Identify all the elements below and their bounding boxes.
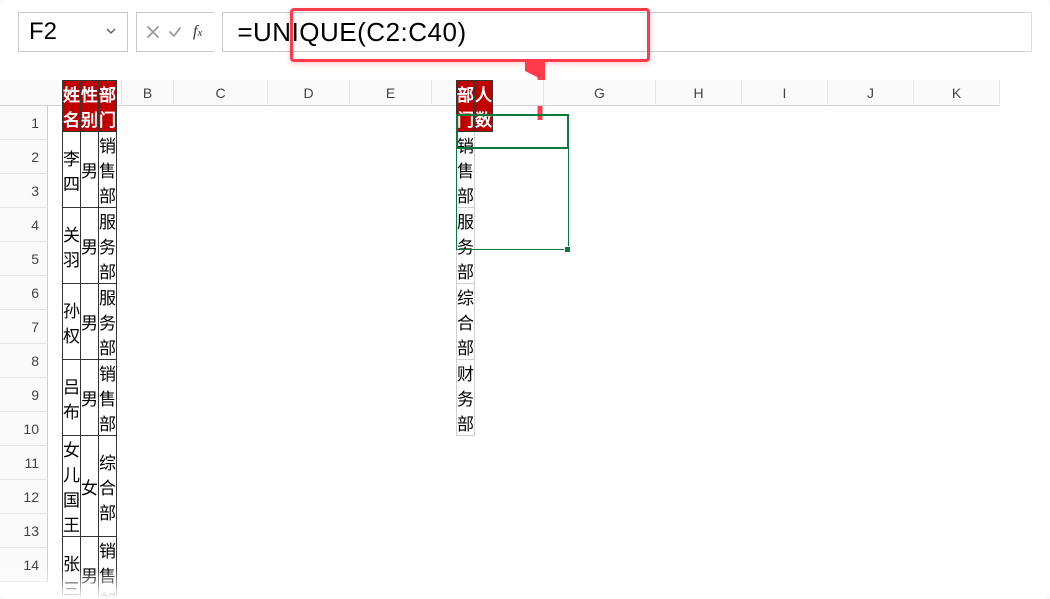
- table-row[interactable]: 销售部: [457, 132, 493, 208]
- table-cell[interactable]: 销售部: [457, 132, 475, 208]
- table-cell[interactable]: [475, 132, 493, 208]
- column-header[interactable]: E: [350, 80, 432, 106]
- row-header[interactable]: 5: [0, 242, 48, 276]
- table-row[interactable]: 孙权男服务部: [63, 284, 117, 360]
- select-all-corner[interactable]: [0, 80, 48, 106]
- table-cell[interactable]: 关羽: [63, 208, 81, 284]
- column-header[interactable]: B: [122, 80, 174, 106]
- table-header-cell[interactable]: 部门: [99, 81, 117, 132]
- row-header[interactable]: 2: [0, 140, 48, 174]
- formula-text: =UNIQUE(C2:C40): [237, 17, 466, 48]
- column-header[interactable]: K: [914, 80, 1000, 106]
- row-header[interactable]: 9: [0, 378, 48, 412]
- row-header[interactable]: 11: [0, 446, 48, 480]
- row-header[interactable]: 1: [0, 106, 48, 140]
- table-cell[interactable]: 销售部: [99, 132, 117, 208]
- table-cell[interactable]: 服务部: [99, 284, 117, 360]
- column-header[interactable]: D: [268, 80, 350, 106]
- row-header[interactable]: 8: [0, 344, 48, 378]
- table-cell[interactable]: 综合部: [457, 284, 475, 360]
- formula-bar-row: F2 fx =UNIQUE(C2:C40): [0, 0, 1050, 58]
- row-header[interactable]: 10: [0, 412, 48, 446]
- row-header[interactable]: 7: [0, 310, 48, 344]
- row-header[interactable]: 12: [0, 480, 48, 514]
- table-cell[interactable]: 财务部: [457, 360, 475, 436]
- column-header[interactable]: C: [174, 80, 268, 106]
- cancel-icon[interactable]: [145, 24, 161, 40]
- table-cell[interactable]: 吕布: [63, 360, 81, 436]
- table-cell[interactable]: 男: [81, 132, 99, 208]
- table-row[interactable]: 女儿国王女综合部: [63, 436, 117, 537]
- row-header[interactable]: 13: [0, 514, 48, 548]
- table-cell[interactable]: 销售部: [99, 360, 117, 436]
- table-cell[interactable]: [475, 208, 493, 284]
- fx-icon[interactable]: fx: [189, 23, 206, 41]
- table-cell[interactable]: 女儿国王: [63, 436, 81, 537]
- table-cell[interactable]: 女: [81, 436, 99, 537]
- table-row[interactable]: 服务部: [457, 208, 493, 284]
- table-cell[interactable]: 服务部: [457, 208, 475, 284]
- table-header-cell[interactable]: 性别: [81, 81, 99, 132]
- formula-input[interactable]: =UNIQUE(C2:C40): [222, 12, 1032, 52]
- name-box-value: F2: [29, 18, 57, 46]
- column-header[interactable]: H: [656, 80, 742, 106]
- row-header[interactable]: 6: [0, 276, 48, 310]
- table-cell[interactable]: 服务部: [99, 208, 117, 284]
- column-header[interactable]: I: [742, 80, 828, 106]
- table-header-cell[interactable]: 人数: [475, 81, 493, 132]
- table-row[interactable]: 财务部: [457, 360, 493, 436]
- table-cell[interactable]: 综合部: [99, 436, 117, 537]
- column-header[interactable]: J: [828, 80, 914, 106]
- table-cell[interactable]: 男: [81, 284, 99, 360]
- name-box[interactable]: F2: [18, 12, 128, 52]
- table-row[interactable]: 李四男销售部: [63, 132, 117, 208]
- row-header[interactable]: 3: [0, 174, 48, 208]
- table-cell[interactable]: 男: [81, 360, 99, 436]
- fade-bottom: [0, 569, 1050, 599]
- row-header[interactable]: 4: [0, 208, 48, 242]
- table-row[interactable]: 综合部: [457, 284, 493, 360]
- spreadsheet-window: F2 fx =UNIQUE(C2:C40): [0, 0, 1050, 599]
- data-table-summary: 部门人数 销售部服务部综合部财务部: [456, 80, 493, 436]
- data-table-employees: 姓名性别部门 李四男销售部关羽男服务部孙权男服务部吕布男销售部女儿国王女综合部张…: [62, 80, 117, 599]
- chevron-down-icon[interactable]: [105, 25, 117, 40]
- grid-body: 1234567891011121314: [0, 106, 1050, 582]
- table-cell[interactable]: 李四: [63, 132, 81, 208]
- check-icon[interactable]: [167, 24, 183, 40]
- formula-buttons: fx: [136, 12, 214, 52]
- column-headers: ABCDEFGHIJK: [0, 80, 1050, 106]
- table-header-cell[interactable]: 部门: [457, 81, 475, 132]
- fade-right: [1020, 0, 1050, 599]
- table-cell[interactable]: [475, 360, 493, 436]
- table-row[interactable]: 关羽男服务部: [63, 208, 117, 284]
- table-cell[interactable]: 男: [81, 208, 99, 284]
- column-header[interactable]: G: [544, 80, 656, 106]
- worksheet-grid[interactable]: ABCDEFGHIJK 1234567891011121314 姓名性别部门 李…: [0, 80, 1050, 582]
- table-row[interactable]: 吕布男销售部: [63, 360, 117, 436]
- table-cell[interactable]: [475, 284, 493, 360]
- table-header-cell[interactable]: 姓名: [63, 81, 81, 132]
- table-cell[interactable]: 孙权: [63, 284, 81, 360]
